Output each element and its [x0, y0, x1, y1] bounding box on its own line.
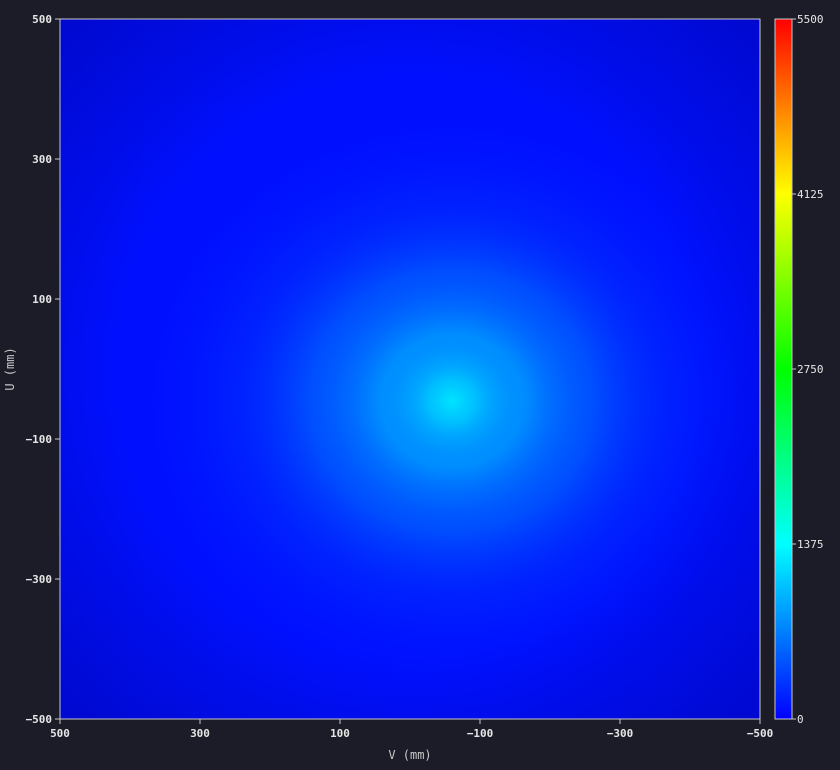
- x-axis-label: V (mm): [388, 748, 431, 762]
- y-tick-label: 300: [32, 153, 52, 166]
- colorbar-tick-label: 0: [797, 713, 804, 726]
- colorbar-ticks: 5500 4125 2750 1375 0: [792, 13, 824, 726]
- colorbar-tick-label: 1375: [797, 538, 824, 551]
- y-tick-label: −100: [26, 433, 53, 446]
- intensity-contour: [382, 336, 522, 466]
- heatmap-chart: 500 300 100 −100 −300 −500 500 300 100 −100 −300 −…: [0, 0, 840, 770]
- y-axis-ticks: 500 300 100 −100 −300 −500: [26, 13, 60, 726]
- y-tick-label: 500: [32, 13, 52, 26]
- colorbar-tick-label: 4125: [797, 188, 824, 201]
- x-tick-label: −300: [607, 727, 634, 740]
- x-tick-label: −100: [467, 727, 494, 740]
- y-tick-label: −500: [26, 713, 53, 726]
- heatmap-canvas: 500 300 100 −100 −300 −500 500 300 100 −100 −300 −…: [3, 13, 824, 762]
- x-tick-label: 500: [50, 727, 70, 740]
- colorbar: [775, 19, 792, 719]
- x-axis-ticks: 500 300 100 −100 −300 −500: [50, 719, 773, 740]
- x-tick-label: 100: [330, 727, 350, 740]
- x-tick-label: −500: [747, 727, 774, 740]
- y-axis-label: U (mm): [3, 347, 17, 390]
- y-tick-label: 100: [32, 293, 52, 306]
- colorbar-tick-label: 2750: [797, 363, 824, 376]
- x-tick-label: 300: [190, 727, 210, 740]
- intensity-blob: [122, 101, 782, 701]
- colorbar-tick-label: 5500: [797, 13, 824, 26]
- y-tick-label: −300: [26, 573, 53, 586]
